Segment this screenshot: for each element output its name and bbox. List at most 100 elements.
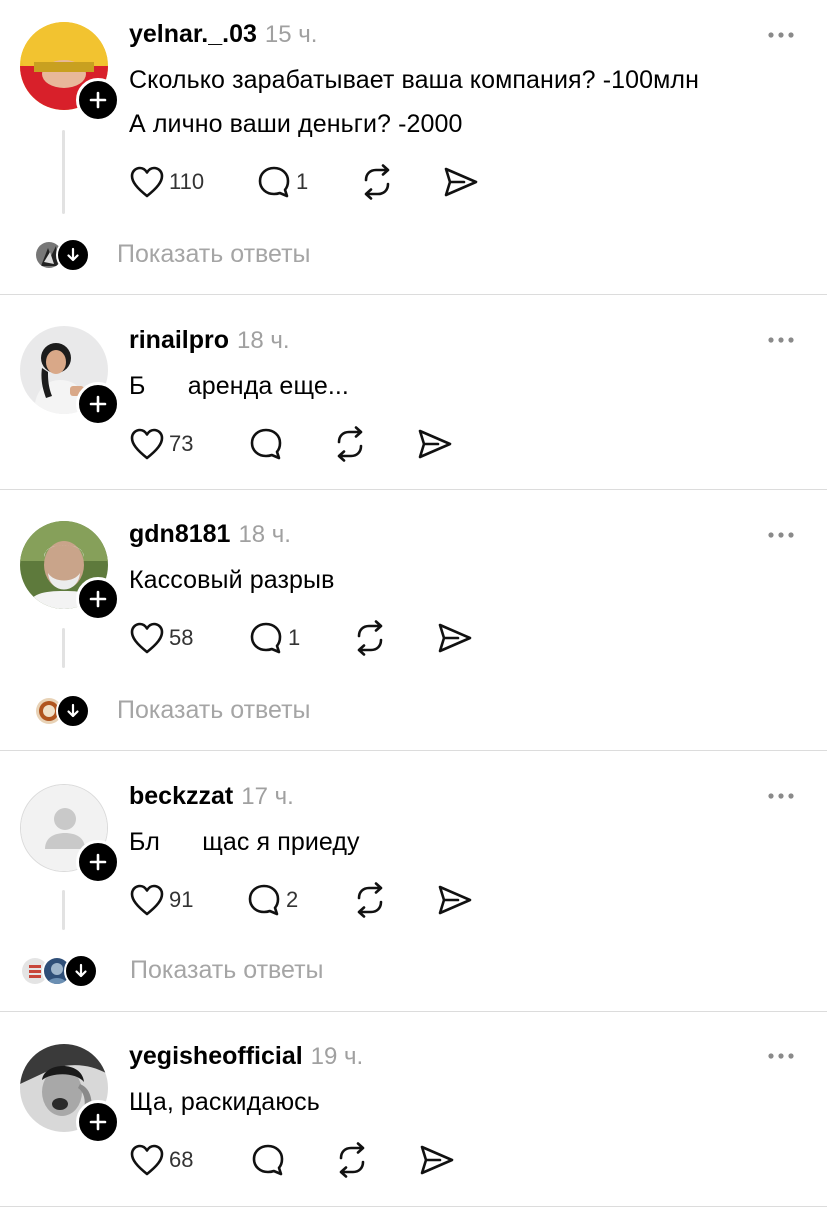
follow-button[interactable] [76,78,120,122]
post-text-line: Ща, раскидаюсь [129,1088,320,1116]
plus-icon [89,853,107,871]
like-count: 58 [169,625,194,650]
comment-button[interactable] [248,426,284,462]
send-icon [418,429,452,459]
more-dots-icon[interactable] [766,530,796,540]
send-icon [420,1145,454,1175]
like-button[interactable]: 91 [129,882,193,918]
follow-button[interactable] [76,840,120,884]
follow-button[interactable] [76,577,120,621]
comment-bubble-icon [252,1144,284,1176]
more-dots-icon[interactable] [766,791,796,801]
more-dots-icon[interactable] [766,1051,796,1061]
repost-icon [339,1142,365,1178]
repost-button[interactable] [332,1142,372,1178]
send-icon [438,623,472,653]
arrow-down-icon [67,247,79,262]
more-dots-icon[interactable] [766,335,796,345]
repost-icon [337,426,363,462]
comment-button[interactable]: 2 [246,882,298,918]
divider [0,1206,827,1207]
avatar-wrap [20,1044,120,1144]
like-button[interactable]: 58 [129,620,193,656]
like-count: 110 [169,169,205,194]
share-button[interactable] [418,1142,456,1178]
avatar-wrap [20,326,120,426]
post-time: 15 ч. [264,21,318,48]
share-button[interactable] [436,882,474,918]
show-replies-link[interactable]: Показать ответы [117,240,311,269]
post-text-line: Б аренда еще... [129,372,349,400]
comment-bubble-icon [258,166,290,198]
plus-icon [89,590,107,608]
divider [0,489,827,490]
replies-avatars[interactable] [34,694,90,728]
repost-button[interactable] [330,426,370,462]
share-button[interactable] [442,164,480,200]
like-button[interactable]: 73 [129,426,193,462]
repost-button[interactable] [350,620,390,656]
heart-icon [130,622,164,654]
avatar-wrap [20,521,120,621]
thread-line [62,130,65,214]
post-text-line: Кассовый разрыв [129,566,335,594]
username[interactable]: yelnar._.03 15 ч. [129,20,317,49]
expand-replies-button[interactable] [64,954,98,988]
comment-count: 1 [296,169,309,194]
heart-icon [130,884,164,916]
avatar-wrap [20,784,120,884]
post-time: 18 ч. [238,521,291,548]
username[interactable]: yegisheofficial 19 ч. [129,1042,363,1071]
post-time: 19 ч. [310,1043,364,1070]
expand-replies-button[interactable] [56,694,90,728]
comment-bubble-icon [250,622,282,654]
replies-avatars[interactable] [34,238,90,272]
comment-button[interactable] [250,1142,286,1178]
username-text[interactable]: beckzzat [129,782,233,810]
post-time: 17 ч. [241,783,294,810]
post-text-line: Сколько зарабатывает ваша компания? -100… [129,66,700,94]
plus-icon [89,395,107,413]
thread-line [62,890,65,930]
repost-button[interactable] [350,882,390,918]
avatar-wrap [20,22,120,122]
like-count: 68 [169,1147,194,1172]
replies-avatars[interactable] [20,954,98,988]
repost-button[interactable] [357,164,397,200]
follow-button[interactable] [76,382,120,426]
plus-icon [89,91,107,109]
username[interactable]: gdn8181 18 ч. [129,520,291,549]
arrow-down-icon [75,963,87,978]
comment-bubble-icon [250,428,282,460]
like-count: 73 [169,431,194,456]
post-text-line: А лично ваши деньги? -2000 [129,110,463,138]
username[interactable]: rinailpro 18 ч. [129,326,290,355]
comment-button[interactable]: 1 [256,164,308,200]
post-text-line: Бл щас я приеду [129,828,360,856]
follow-button[interactable] [76,1100,120,1144]
thread-line [62,628,65,668]
send-icon [438,885,472,915]
comment-button[interactable]: 1 [248,620,300,656]
username-text[interactable]: yegisheofficial [129,1042,303,1070]
share-button[interactable] [416,426,454,462]
comment-count: 2 [286,887,299,912]
repost-icon [357,882,383,918]
username[interactable]: beckzzat 17 ч. [129,782,294,811]
more-dots-icon[interactable] [766,30,796,40]
divider [0,750,827,751]
heart-icon [130,1144,164,1176]
username-text[interactable]: gdn8181 [129,520,230,548]
divider [0,294,827,295]
comment-bubble-icon [248,884,280,916]
username-text[interactable]: yelnar._.03 [129,20,257,48]
show-replies-link[interactable]: Показать ответы [130,956,324,985]
show-replies-link[interactable]: Показать ответы [117,696,311,725]
like-button[interactable]: 68 [129,1142,193,1178]
arrow-down-icon [67,703,79,718]
share-button[interactable] [436,620,474,656]
username-text[interactable]: rinailpro [129,326,229,354]
expand-replies-button[interactable] [56,238,90,272]
post-time: 18 ч. [237,327,290,354]
like-button[interactable]: 110 [129,164,204,200]
